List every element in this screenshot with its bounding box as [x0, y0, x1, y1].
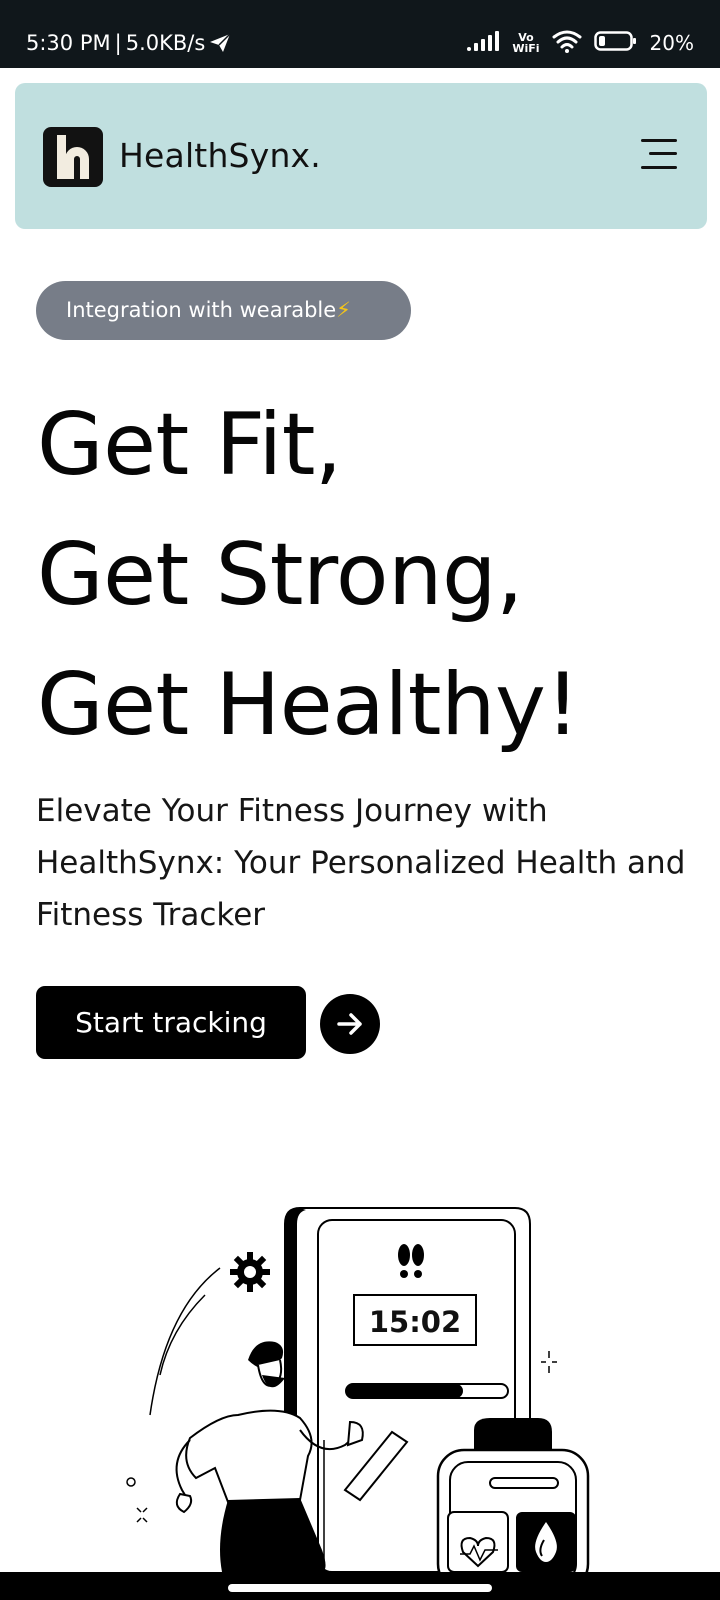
wifi-icon: [552, 29, 582, 58]
timer-display: 15:02: [369, 1305, 461, 1339]
status-time: 5:30 PM: [26, 31, 111, 55]
status-speed: 5.0KB/s: [125, 31, 206, 55]
arrow-right-icon[interactable]: [320, 994, 380, 1054]
badge-label: Integration with wearable: [66, 298, 337, 322]
status-left: 5:30 PM | 5.0KB/s: [26, 28, 231, 58]
vowifi-icon: Vo WiFi: [512, 32, 539, 54]
battery-icon: [593, 30, 638, 57]
home-indicator[interactable]: [228, 1584, 492, 1592]
headline-line-3: Get Healthy!: [37, 655, 580, 755]
lightning-icon: ⚡: [336, 298, 351, 322]
brand-name[interactable]: HealthSynx.: [119, 131, 321, 181]
vowifi-bottom: WiFi: [512, 42, 540, 55]
headline-line-1: Get Fit,: [37, 395, 342, 495]
progress-fill: [346, 1384, 463, 1398]
start-tracking-button[interactable]: Start tracking: [36, 986, 306, 1059]
signal-icon: [466, 30, 500, 57]
fitness-illustration: 15:02: [0, 1200, 720, 1572]
status-bar: 5:30 PM | 5.0KB/s Vo WiFi 20%: [0, 0, 720, 68]
hamburger-menu-icon[interactable]: [641, 137, 677, 171]
hero-headline: Get Fit, Get Strong, Get Healthy!: [37, 380, 697, 770]
integration-badge: Integration with wearable⚡: [36, 281, 411, 340]
headline-line-2: Get Strong,: [37, 525, 523, 625]
status-separator: |: [114, 31, 122, 55]
hero-subtitle: Elevate Your Fitness Journey with Health…: [36, 793, 686, 933]
gear-icon: [230, 1252, 270, 1292]
status-right: Vo WiFi 20%: [466, 26, 694, 60]
telegram-icon: [209, 33, 231, 53]
site-header: HealthSynx.: [15, 83, 707, 229]
h-logo-icon[interactable]: [43, 127, 103, 187]
battery-level: 20%: [649, 31, 694, 55]
